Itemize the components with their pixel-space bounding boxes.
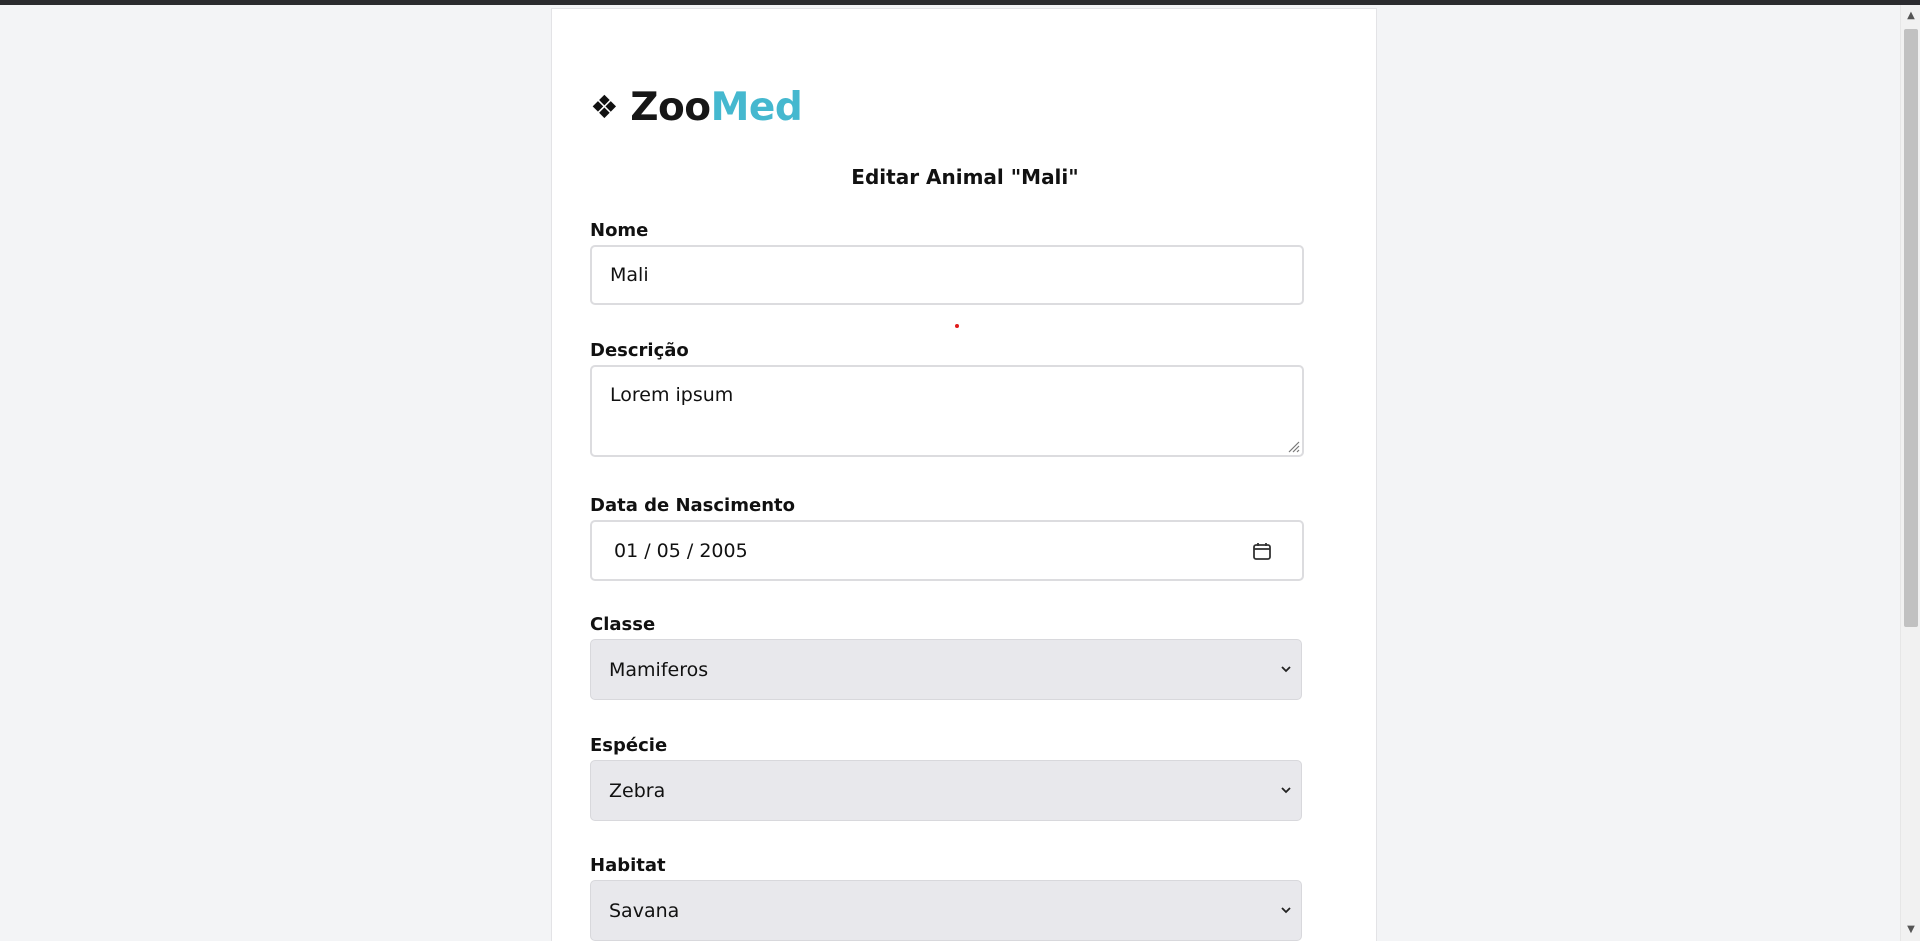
cursor-dot xyxy=(955,324,959,328)
chevron-down-icon xyxy=(1281,907,1291,914)
logo-text-med: Med xyxy=(710,84,803,130)
descricao-value: Lorem ipsum xyxy=(610,384,734,406)
form-card: ❖ Zoo Med Editar Animal "Mali" Nome Mali … xyxy=(551,8,1377,941)
classe-label: Classe xyxy=(590,614,656,635)
especie-label: Espécie xyxy=(590,735,668,756)
form-title: Editar Animal "Mali" xyxy=(851,165,1079,189)
especie-value: Zebra xyxy=(609,779,666,802)
classe-select[interactable]: Mamiferos xyxy=(590,639,1302,700)
diamond-logo-icon: ❖ xyxy=(590,88,619,126)
nome-input[interactable]: Mali xyxy=(590,245,1304,305)
descricao-textarea[interactable]: Lorem ipsum xyxy=(590,365,1304,457)
habitat-label: Habitat xyxy=(590,855,666,876)
especie-select[interactable]: Zebra xyxy=(590,760,1302,821)
chevron-down-icon xyxy=(1281,787,1291,794)
nome-label: Nome xyxy=(590,220,649,241)
zoomed-logo[interactable]: ❖ Zoo Med xyxy=(590,77,803,137)
habitat-value: Savana xyxy=(609,899,680,922)
nascimento-value: 01 / 05 / 2005 xyxy=(614,539,748,562)
nascimento-date-input[interactable]: 01 / 05 / 2005 xyxy=(590,520,1304,581)
habitat-select[interactable]: Savana xyxy=(590,880,1302,941)
chevron-down-icon xyxy=(1281,666,1291,673)
descricao-label: Descrição xyxy=(590,340,689,361)
resize-grip-icon[interactable] xyxy=(1286,439,1300,453)
scroll-down-icon[interactable]: ▼ xyxy=(1901,921,1920,939)
browser-top-bar xyxy=(0,0,1920,5)
nome-value: Mali xyxy=(610,264,649,286)
classe-value: Mamiferos xyxy=(609,658,709,681)
logo-text-zoo: Zoo xyxy=(630,84,711,130)
calendar-icon[interactable] xyxy=(1252,541,1272,561)
nascimento-label: Data de Nascimento xyxy=(590,495,795,516)
scroll-up-icon[interactable]: ▲ xyxy=(1901,7,1920,25)
scroll-thumb[interactable] xyxy=(1904,29,1918,627)
page-scrollbar[interactable]: ▲ ▼ xyxy=(1900,5,1920,941)
